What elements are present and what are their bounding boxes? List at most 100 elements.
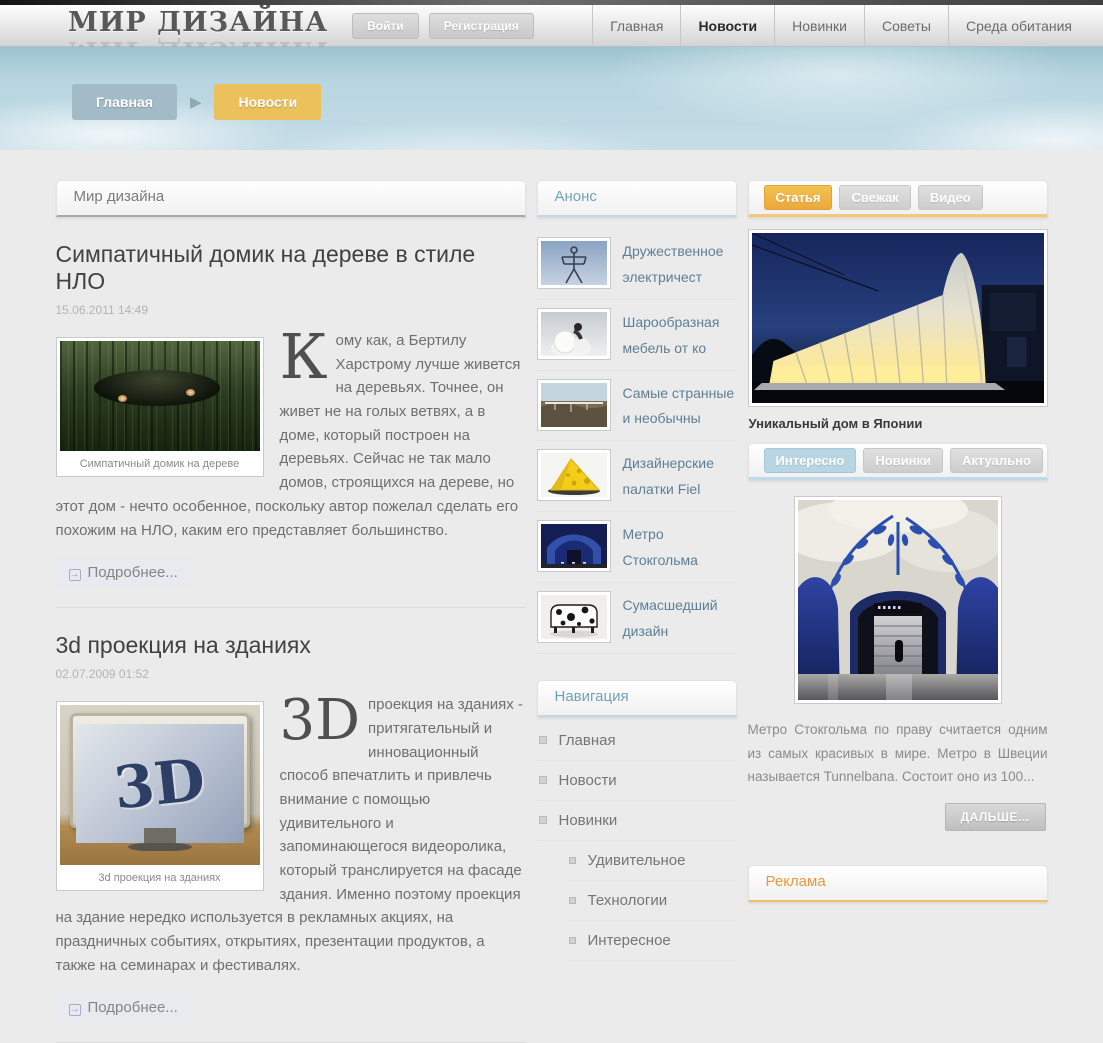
middle-column: Анонс Дружественное электричест Шарообра… (536, 180, 737, 961)
announce-item-title: Самые странные и необычны (622, 384, 735, 427)
bullet-icon (568, 936, 576, 944)
tv-stand (143, 828, 176, 843)
announce-item[interactable]: Метро Стокгольма (536, 512, 737, 583)
tv-3d-graphic: 3D (110, 745, 209, 823)
cow-sofa-thumbnail (536, 590, 611, 643)
tab-svezhak[interactable]: Свежак (839, 185, 911, 210)
read-more-icon: → (68, 1004, 81, 1017)
bullet-icon (538, 776, 547, 785)
sidebar-item-novinki[interactable]: Новинки (536, 801, 737, 841)
bullet-icon (538, 736, 547, 745)
article-title-link[interactable]: 3d проекция на зданиях (56, 632, 526, 659)
login-button[interactable]: Войти (352, 12, 419, 39)
ufo-treehouse-photo (59, 341, 260, 451)
announce-item[interactable]: Шарообразная мебель от ко (536, 300, 737, 371)
announce-item[interactable]: Самые странные и необычны (536, 371, 737, 442)
sky-banner: Главная ▶ Новости (0, 47, 1103, 150)
japan-house-image[interactable] (747, 229, 1048, 407)
japan-house-photo (751, 233, 1044, 403)
power-pylon-thumbnail (536, 237, 611, 289)
sidebar-item-tekhnologii[interactable]: Технологии (566, 881, 737, 921)
tab-novinki[interactable]: Новинки (863, 448, 943, 473)
article-body: 3D 3d проекция на зданиях 3D проекция на … (55, 688, 526, 977)
announce-item-title: Метро Стокгольма (622, 526, 698, 569)
tab-bar-interesting: Интересно Новинки Актуально (747, 443, 1048, 480)
drop-cap: К (279, 320, 328, 393)
tab-interesno[interactable]: Интересно (763, 448, 857, 473)
logo: МИР ДИЗАЙНА МИР ДИЗАЙНА (68, 5, 328, 47)
bullet-icon (538, 816, 547, 825)
breadcrumb-home[interactable]: Главная (72, 84, 177, 120)
announce-list: Дружественное электричест Шарообразная м… (536, 229, 737, 654)
breadcrumb-current[interactable]: Новости (214, 84, 322, 120)
tv-base (127, 842, 192, 851)
tab-video[interactable]: Видео (917, 185, 983, 210)
3d-projection-image: 3D 3d проекция на зданиях (55, 701, 264, 892)
article-date: 02.07.2009 01:52 (55, 667, 149, 682)
nav-item-glavnaya[interactable]: Главная (592, 4, 680, 47)
bridge-landscape-thumbnail (536, 378, 611, 431)
metro-teaser-text: Метро Стокгольма по праву считается одни… (747, 722, 1048, 785)
announce-item[interactable]: Дизайнерские палатки Fiel (536, 441, 737, 513)
sidebar-item-glavnaya[interactable]: Главная (536, 721, 737, 761)
section-header-anons: Анонс (536, 180, 737, 217)
page: МИР ДИЗАЙНА МИР ДИЗАЙНА Войти Регистраци… (0, 0, 1103, 1043)
breadcrumb: Главная ▶ Новости (72, 84, 322, 120)
announce-item[interactable]: Дружественное электричест (536, 229, 737, 300)
announce-item-title: Шарообразная мебель от ко (622, 313, 720, 356)
read-more-icon: → (68, 569, 81, 582)
article-date: 15.06.2011 14:49 (55, 303, 149, 317)
sidebar-item-novosti[interactable]: Новости (536, 761, 737, 801)
article-3d-projection: 3d проекция на зданиях 02.07.2009 01:52 … (55, 632, 526, 1043)
announce-item-title: Дизайнерские палатки Fiel (622, 455, 714, 498)
sidebar-item-label: Новинки (558, 811, 618, 829)
sidebar-item-label: Удивительное (587, 851, 686, 869)
image-caption: Симпатичный домик на дереве (79, 458, 240, 470)
section-header-navigatsiya: Навигация (536, 679, 737, 717)
nav-item-novinki[interactable]: Новинки (774, 4, 864, 47)
breadcrumb-arrow-icon: ▶ (189, 94, 202, 111)
sidebar-item-label: Интересное (587, 931, 671, 949)
article-body: Симпатичный домик на дереве Кому как, а … (55, 320, 526, 542)
section-header-reklama: Реклама (747, 864, 1048, 902)
article-treehouse: Симпатичный домик на дереве в стиле НЛО … (55, 241, 526, 609)
section-header-mir-dizayna: Мир дизайна (55, 180, 526, 217)
tab-aktualno[interactable]: Актуально (950, 448, 1043, 473)
right-column: Статья Свежак Видео Уникальный дом в Япо… (747, 180, 1048, 902)
site-header: МИР ДИЗАЙНА МИР ДИЗАЙНА Войти Регистраци… (0, 4, 1103, 47)
bullet-icon (568, 856, 576, 864)
nav-item-sovety[interactable]: Советы (863, 4, 948, 47)
next-button[interactable]: ДАЛЬШЕ... (944, 802, 1046, 831)
stockholm-metro-image[interactable] (793, 496, 1002, 704)
sidebar-item-interesnoe[interactable]: Интересное (566, 921, 737, 961)
sidebar-item-label: Новости (558, 771, 617, 789)
nav-item-sreda-obitaniya[interactable]: Среда обитания (947, 4, 1089, 47)
register-button[interactable]: Регистрация (428, 12, 534, 39)
read-more-label: Подробнее... (87, 999, 178, 1017)
announce-item[interactable]: Сумасшедший дизайн (536, 583, 737, 654)
ufo-shape (93, 369, 220, 406)
content: Мир дизайна Симпатичный домик на дереве … (55, 150, 1048, 1043)
read-more-button[interactable]: → Подробнее... (55, 558, 191, 588)
drop-cap: 3D (279, 688, 361, 754)
metro-station-thumbnail (536, 520, 611, 573)
sidebar-item-udivitelnoe[interactable]: Удивительное (566, 841, 737, 881)
logo-text: МИР ДИЗАЙНА (68, 6, 329, 38)
sidebar-navigation: Главная Новости Новинки Удивительное Тех… (536, 721, 737, 961)
ufo-light (117, 394, 127, 402)
sidebar-item-label: Главная (558, 731, 616, 749)
tv-screen: 3D (75, 724, 244, 843)
featured-caption: Уникальный дом в Японии (748, 416, 923, 431)
sidebar-item-label: Технологии (587, 891, 668, 909)
read-more-button[interactable]: → Подробнее... (55, 993, 191, 1023)
main-column: Мир дизайна Симпатичный домик на дереве … (55, 180, 526, 1043)
article-title-link[interactable]: Симпатичный домик на дереве в стиле НЛО (56, 241, 526, 295)
read-more-label: Подробнее... (87, 564, 178, 582)
ball-furniture-thumbnail (536, 307, 611, 360)
nav-item-novosti[interactable]: Новости (680, 4, 774, 47)
auth-buttons: Войти Регистрация (352, 12, 534, 39)
cheese-tent-thumbnail (536, 449, 611, 502)
tab-statya[interactable]: Статья (763, 185, 833, 210)
announce-item-title: Дружественное электричест (622, 243, 724, 285)
